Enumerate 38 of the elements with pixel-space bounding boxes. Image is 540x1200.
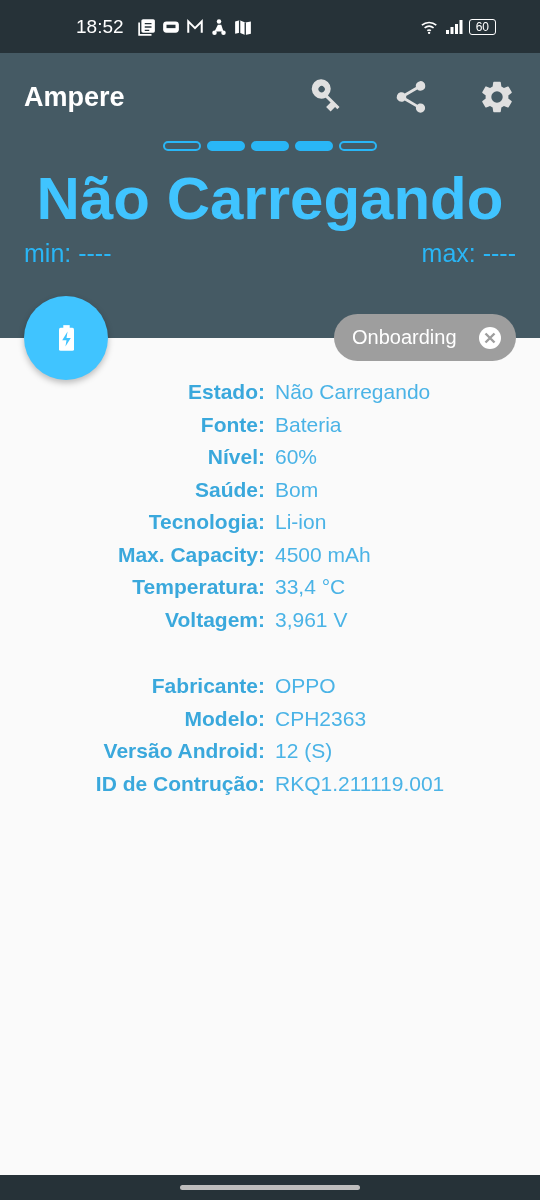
info-label: Max. Capacity: (116, 541, 265, 568)
info-value: Li-ion (275, 509, 328, 535)
info-label: Tecnologia: (147, 509, 265, 535)
info-label: Fabricante: (150, 673, 265, 699)
max-reading: max: ---- (421, 239, 516, 268)
info-value: Não Carregando (275, 379, 432, 405)
info-label: Saúde: (194, 476, 265, 503)
news-icon (137, 17, 156, 36)
info-value: RKQ1.211119.001 (275, 770, 446, 797)
info-label: Voltagem: (164, 606, 265, 633)
info-value: 60% (275, 444, 319, 470)
info-value: Bom (275, 476, 320, 503)
info-label: Estado: (187, 379, 265, 405)
battery-fab[interactable] (24, 296, 108, 380)
info-label: Nível: (206, 444, 265, 470)
info-value: 12 (S) (275, 738, 334, 764)
onboarding-chip[interactable]: Onboarding (334, 314, 516, 361)
info-label: Temperatura: (131, 574, 265, 600)
info-label: ID de Contrução: (94, 770, 265, 797)
info-value: Bateria (275, 411, 343, 438)
info-value: 33,4 °C (275, 574, 347, 600)
close-icon[interactable] (478, 325, 502, 350)
map-icon (233, 17, 252, 36)
charging-state-title: Não Carregando (35, 164, 505, 234)
clock: 18:52 (76, 15, 124, 38)
info-value: 4500 mAh (275, 541, 372, 568)
info-label: Modelo: (183, 705, 265, 732)
signal-icon (444, 17, 463, 36)
info-value: 3,961 V (275, 606, 349, 633)
info-value: OPPO (275, 673, 337, 699)
app-title: Ampere (24, 81, 125, 113)
battery-charging-icon (58, 325, 74, 351)
info-label: Versão Android: (102, 738, 265, 764)
mail-icon (185, 17, 204, 36)
min-reading: min: ---- (24, 239, 112, 268)
info-value: CPH2363 (275, 705, 368, 732)
info-label: Fonte: (199, 411, 265, 438)
battery-indicator: 60 (468, 18, 496, 35)
